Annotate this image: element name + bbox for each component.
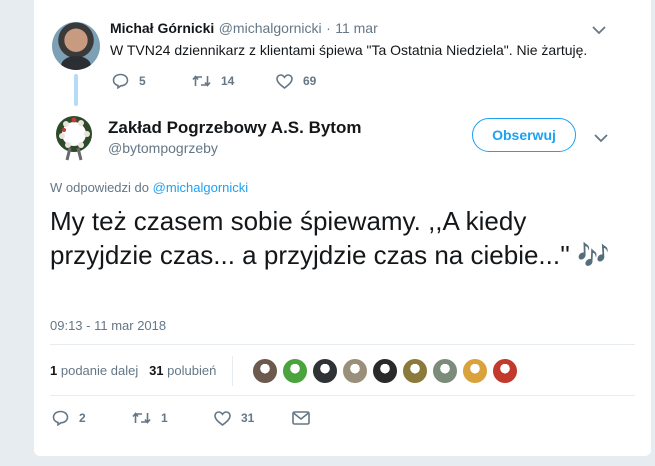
retweet-count: 1 <box>161 411 168 425</box>
main-author-avatar[interactable] <box>54 112 94 162</box>
parent-author-handle[interactable]: @michalgornicki <box>219 20 322 36</box>
parent-author-avatar[interactable] <box>52 22 100 70</box>
reply-context-label: W odpowiedzi do <box>50 180 149 195</box>
heart-icon <box>276 73 293 89</box>
parent-menu-button[interactable] <box>592 22 606 38</box>
retweet-button[interactable]: 1 <box>132 410 214 426</box>
reply-icon <box>52 410 69 426</box>
divider <box>50 344 635 345</box>
parent-tweet-text: W TVN24 dziennikarz z klientami śpiewa "… <box>110 42 588 58</box>
stats-separator <box>232 356 233 386</box>
retweets-stat-count: 1 <box>50 363 58 378</box>
follow-button[interactable]: Obserwuj <box>472 118 576 152</box>
parent-retweet-button[interactable]: 14 <box>192 73 276 89</box>
like-count: 31 <box>241 411 255 425</box>
retweet-icon <box>132 412 151 424</box>
tweet-card: Michał Górnicki @michalgornicki · 11 mar… <box>34 0 651 456</box>
retweets-stat-label: podanie dalej <box>60 363 139 378</box>
parent-date[interactable]: 11 mar <box>335 20 378 36</box>
chevron-down-icon <box>594 134 608 143</box>
parent-author-name[interactable]: Michał Górnicki <box>110 20 214 36</box>
main-actions: 2 1 31 <box>52 410 310 426</box>
liker-avatar[interactable] <box>462 358 488 384</box>
liker-avatar[interactable] <box>252 358 278 384</box>
main-author-name[interactable]: Zakład Pogrzebowy A.S. Bytom <box>108 118 361 138</box>
direct-message-button[interactable] <box>292 410 310 426</box>
liker-avatar[interactable] <box>282 358 308 384</box>
main-menu-button[interactable] <box>594 130 608 146</box>
likes-stat[interactable]: 31 polubień <box>149 363 216 378</box>
music-notes-emoji-icon: 🎶 <box>577 240 610 270</box>
main-tweet-body: My też czasem sobie śpiewamy. ,,A kiedy … <box>50 206 571 270</box>
reply-count: 2 <box>79 411 86 425</box>
reply-context-handle-link[interactable]: @michalgornicki <box>153 180 249 195</box>
divider <box>50 395 635 396</box>
retweet-icon <box>192 75 211 87</box>
reply-context: W odpowiedzi do @michalgornicki <box>50 180 248 195</box>
liker-avatar[interactable] <box>402 358 428 384</box>
parent-retweet-count: 14 <box>221 74 235 88</box>
like-button[interactable]: 31 <box>214 410 292 426</box>
parent-reply-button[interactable]: 5 <box>112 73 192 89</box>
parent-header: Michał Górnicki @michalgornicki · 11 mar <box>110 20 378 38</box>
liker-avatar[interactable] <box>432 358 458 384</box>
separator-dot: · <box>326 20 331 36</box>
chevron-down-icon <box>592 26 606 35</box>
retweets-stat[interactable]: 1 podanie dalej <box>50 363 142 378</box>
main-author-handle[interactable]: @bytompogrzeby <box>108 140 218 156</box>
liker-avatar[interactable] <box>342 358 368 384</box>
likes-stat-label: polubień <box>167 363 217 378</box>
envelope-icon <box>292 411 310 425</box>
heart-icon <box>214 410 231 426</box>
likes-stat-count: 31 <box>149 363 164 378</box>
liker-avatar[interactable] <box>312 358 338 384</box>
liker-avatars <box>252 358 522 384</box>
parent-like-button[interactable]: 69 <box>276 73 356 89</box>
tweet-stats: 1 podanie dalej 31 polubień <box>50 363 216 378</box>
parent-actions: 5 14 69 <box>112 73 356 89</box>
thread-connector-line <box>74 74 78 106</box>
parent-reply-count: 5 <box>139 74 146 88</box>
wreath-icon <box>56 116 92 161</box>
tweet-timestamp[interactable]: 09:13 - 11 mar 2018 <box>50 318 166 333</box>
main-tweet-text: My też czasem sobie śpiewamy. ,,A kiedy … <box>50 204 620 272</box>
liker-avatar[interactable] <box>372 358 398 384</box>
parent-like-count: 69 <box>303 74 317 88</box>
reply-button[interactable]: 2 <box>52 410 132 426</box>
liker-avatar[interactable] <box>492 358 518 384</box>
reply-icon <box>112 73 129 89</box>
